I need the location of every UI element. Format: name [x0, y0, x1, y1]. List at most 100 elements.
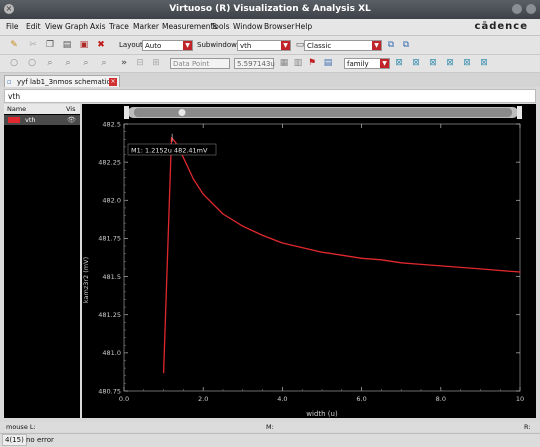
graph-toolbar: ○ ○ ⌕ ⌕ ⌕ ⌕ » ⊟ ⊞ Data Point 5.597143u ▦… — [0, 55, 540, 73]
style-select[interactable]: Classic ▼ — [304, 40, 382, 51]
menu-measurements[interactable]: Measurements — [162, 22, 217, 31]
layout-select[interactable]: Auto ▼ — [142, 40, 193, 51]
new-window-icon[interactable]: ⧉ — [400, 39, 412, 51]
x-zoom-scrollbar[interactable] — [124, 106, 522, 119]
data-point — [242, 225, 244, 227]
fit-x-icon[interactable]: ⊠ — [427, 57, 439, 69]
title-bar: × Virtuoso (R) Visualization & Analysis … — [0, 0, 540, 19]
plot-axes — [123, 123, 521, 392]
strip-chart-icon[interactable]: ▤ — [322, 57, 334, 69]
y-tick-label: 482.25 — [98, 158, 121, 166]
zoom-region-icon[interactable]: ⊠ — [393, 57, 405, 69]
zoom-out-icon[interactable]: ○ — [26, 57, 38, 69]
chart-icon[interactable]: ▥ — [292, 57, 304, 69]
trace-name: vth — [25, 116, 36, 124]
data-point — [174, 141, 177, 143]
command-counter: 4(15) — [2, 434, 27, 446]
window-icon[interactable]: ⧉ — [385, 39, 397, 51]
data-point — [479, 268, 481, 270]
x-tick-label: 8.0 — [436, 395, 446, 403]
data-point — [341, 254, 343, 256]
data-point — [281, 242, 283, 244]
mouse-left-status: mouse L: — [6, 423, 36, 431]
copy-icon[interactable]: ❐ — [44, 39, 56, 51]
datapoint-placeholder: Data Point — [173, 60, 210, 68]
double-chevron-icon[interactable]: » — [118, 57, 130, 69]
y-tick-label: 481.5 — [102, 273, 121, 281]
col-vis-header: Vis — [66, 105, 76, 113]
datapoint-value-field[interactable]: 5.597143u — [234, 58, 275, 69]
zoom-in-icon[interactable]: ⌕ — [62, 57, 74, 69]
close-tab-icon[interactable]: × — [109, 78, 117, 86]
data-point — [380, 259, 382, 261]
menu-axis[interactable]: Axis — [90, 22, 106, 31]
tab-label: yyf lab1_3nmos schematic — [17, 78, 111, 86]
trace-row[interactable]: vth 👁 — [4, 115, 80, 125]
menu-file[interactable]: File — [6, 22, 19, 31]
zoom-x-icon[interactable]: ⌕ — [80, 57, 92, 69]
minimize-icon[interactable] — [512, 4, 522, 14]
marker-label: M1: 1.2152u 482.41mV — [131, 147, 208, 155]
data-point — [163, 372, 165, 374]
menu-graph[interactable]: Graph — [65, 22, 88, 31]
chevron-down-icon: ▼ — [380, 59, 389, 68]
menu-marker[interactable]: Marker — [133, 22, 159, 31]
flag-icon[interactable]: ⚑ — [306, 57, 318, 69]
marker-box[interactable]: M1: 1.2152u 482.41mV — [127, 143, 217, 156]
subwindow-title: vth — [4, 89, 536, 103]
menu-bar: File Edit View Graph Axis Trace Marker M… — [0, 19, 540, 36]
tab-bar: ▫ yyf lab1_3nmos schematic × — [0, 73, 540, 87]
grid-icon[interactable]: ▦ — [278, 57, 290, 69]
tick-labels: 0.0 2.0 4.0 6.0 8.0 10 480.75 481.0 481.25 481.5 4… — [98, 120, 524, 403]
col-name-header: Name — [7, 105, 27, 113]
delete-graph-icon[interactable]: ▣ — [78, 39, 90, 51]
chevron-down-icon: ▼ — [372, 41, 381, 50]
marker-next-icon[interactable]: ⊞ — [150, 57, 162, 69]
zoom-fit-icon[interactable]: ○ — [8, 57, 20, 69]
traces — [162, 133, 521, 374]
trace-panel: Name Vis vth 👁 — [4, 104, 80, 418]
subwindows-select[interactable]: vth ▼ — [237, 40, 291, 51]
menu-trace[interactable]: Trace — [109, 22, 129, 31]
menu-window[interactable]: Window — [233, 22, 263, 31]
message-status-bar: 4(15) no error — [0, 433, 540, 447]
brush-icon[interactable]: ✎ — [8, 39, 20, 51]
mouse-right-status: R: — [524, 423, 531, 431]
data-point — [262, 234, 264, 236]
delete-icon[interactable]: ✖ — [95, 39, 107, 51]
zoom-icon[interactable]: ⌕ — [44, 57, 56, 69]
data-point — [182, 156, 184, 159]
menu-edit[interactable]: Edit — [26, 22, 41, 31]
datapoint-input[interactable]: Data Point — [170, 58, 230, 69]
x-tick-label: 2.0 — [198, 395, 208, 403]
menu-browser[interactable]: Browser — [264, 22, 294, 31]
zoom-box-icon[interactable]: ⊠ — [410, 57, 422, 69]
plot-area[interactable]: 0.0 2.0 4.0 6.0 8.0 10 480.75 481.0 481.25 481.5 4… — [82, 104, 536, 418]
fit-y-icon[interactable]: ⊠ — [444, 57, 456, 69]
scrollbar-left-cap[interactable] — [124, 106, 129, 119]
x-tick-label: 4.0 — [277, 395, 287, 403]
menu-help[interactable]: Help — [295, 22, 312, 31]
layout-value: Auto — [145, 42, 162, 50]
pan-icon[interactable]: ⊠ — [478, 57, 490, 69]
zoom-y-icon[interactable]: ⌕ — [98, 57, 110, 69]
chevron-down-icon: ▼ — [281, 41, 290, 50]
trace-panel-header: Name Vis — [4, 104, 80, 114]
trace-color-swatch — [8, 117, 20, 123]
fit-all-icon[interactable]: ⊠ — [461, 57, 473, 69]
marker-prev-icon[interactable]: ⊟ — [134, 57, 146, 69]
data-point — [301, 246, 303, 249]
scrollbar-handle[interactable] — [178, 109, 186, 116]
scrollbar-thumb[interactable] — [134, 108, 512, 117]
cut-icon[interactable]: ✂ — [27, 39, 39, 51]
visible-icon[interactable]: 👁 — [67, 115, 76, 125]
scrollbar-right-cap[interactable] — [517, 106, 522, 119]
tab-schematic[interactable]: ▫ yyf lab1_3nmos schematic × — [4, 75, 120, 87]
y-tick-label: 480.75 — [98, 387, 121, 395]
family-select[interactable]: family ▼ — [344, 58, 390, 69]
paste-icon[interactable]: ▤ — [61, 39, 73, 51]
maximize-icon[interactable] — [526, 4, 536, 14]
menu-view[interactable]: View — [45, 22, 63, 31]
menu-tools[interactable]: Tools — [211, 22, 229, 31]
layout-label: Layout — [119, 41, 143, 49]
